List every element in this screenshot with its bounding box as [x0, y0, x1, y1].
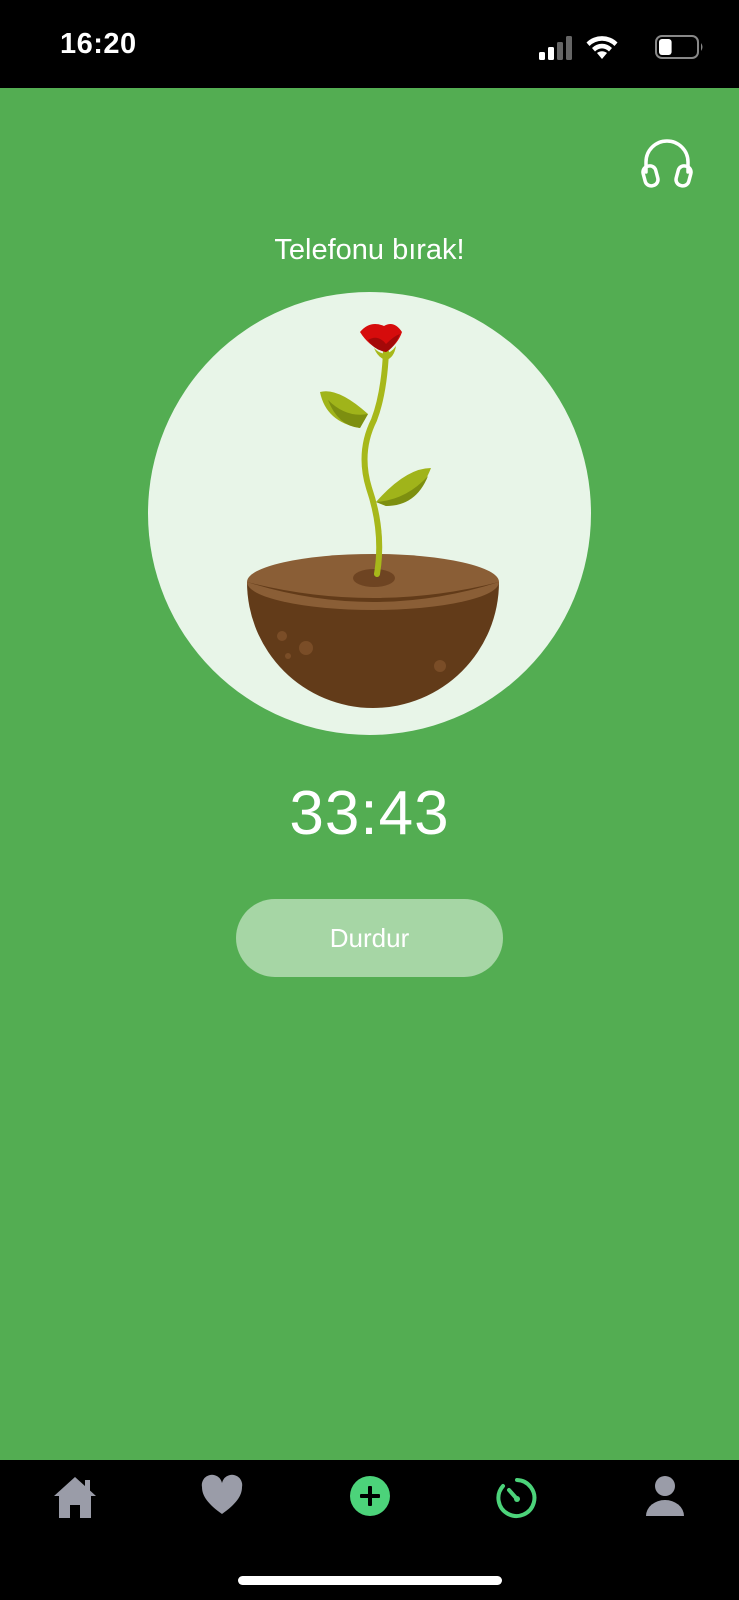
headphones-icon: [641, 139, 693, 188]
plant-stem: [361, 349, 389, 577]
status-bar: 16:20: [0, 0, 739, 88]
heart-icon: [201, 1474, 243, 1514]
battery-icon: [655, 35, 703, 59]
home-icon: [54, 1477, 96, 1518]
plant-illustration: [148, 292, 591, 735]
status-time: 16:20: [60, 28, 137, 60]
home-indicator: [238, 1576, 502, 1585]
wifi-icon: [586, 36, 618, 59]
timer-icon: [496, 1478, 537, 1518]
signal-icon: [539, 36, 572, 60]
tab-home[interactable]: [40, 1474, 110, 1534]
profile-icon: [646, 1476, 684, 1516]
stop-button[interactable]: Durdur: [236, 899, 503, 977]
focus-screen: Telefonu bırak! 33:43 Durdur: [0, 88, 739, 1460]
tab-timer[interactable]: [482, 1474, 552, 1534]
tab-add[interactable]: [335, 1474, 405, 1534]
tab-profile[interactable]: [630, 1474, 700, 1534]
tab-bar: [0, 1460, 739, 1600]
countdown-timer: 33:43: [289, 779, 450, 848]
focus-prompt: Telefonu bırak!: [274, 234, 465, 266]
tab-favorites[interactable]: [187, 1474, 257, 1534]
headphones-button[interactable]: [640, 136, 694, 190]
plus-circle-icon: [350, 1476, 390, 1516]
